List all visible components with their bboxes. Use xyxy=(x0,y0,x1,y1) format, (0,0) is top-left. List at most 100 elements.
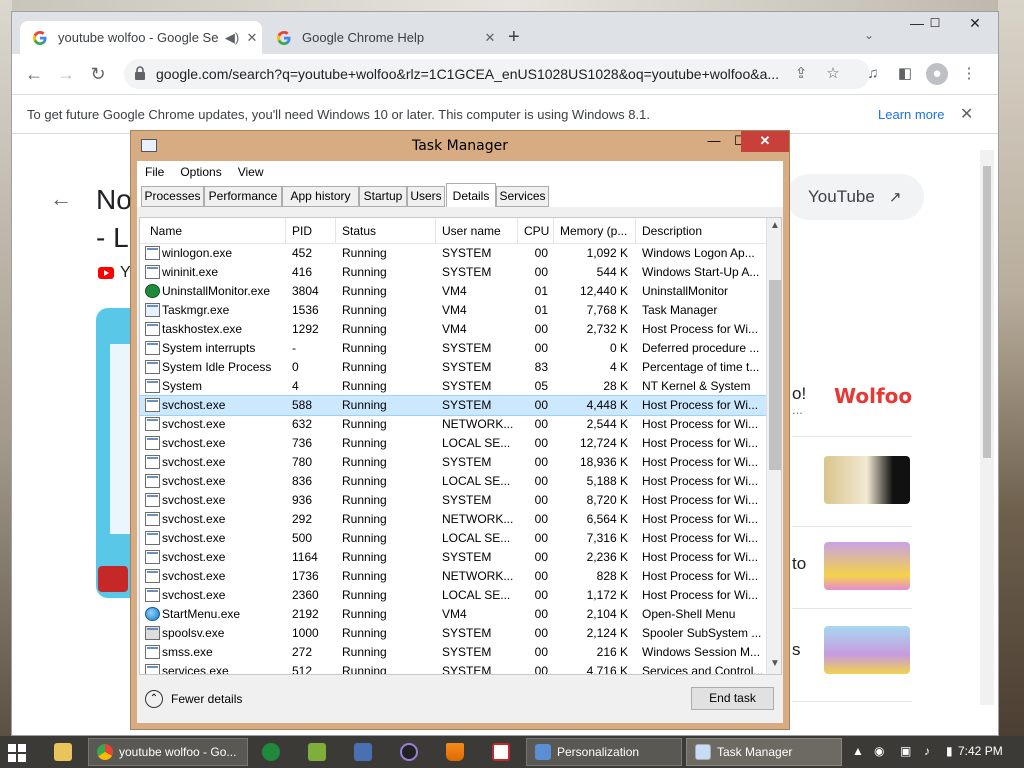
reload-icon[interactable]: ↻ xyxy=(86,62,110,86)
tab-search-chevron-icon[interactable]: ⌄ xyxy=(864,28,874,42)
learn-more-link[interactable]: Learn more xyxy=(878,107,944,122)
windows-start-icon[interactable] xyxy=(8,744,26,762)
tab-services[interactable]: Services xyxy=(496,186,549,207)
result-headline[interactable]: No xyxy=(96,184,132,216)
table-row[interactable]: svchost.exe 836 Running LOCAL SE... 00 5,188 … xyxy=(140,472,766,491)
new-tab-icon[interactable]: + xyxy=(508,26,520,49)
fewer-details-button[interactable]: ⌃ Fewer details xyxy=(145,690,242,708)
maximize-icon[interactable]: ☐ xyxy=(918,12,952,42)
table-row[interactable]: svchost.exe 632 Running NETWORK... 00 2,544 K… xyxy=(140,415,766,434)
profile-avatar-icon[interactable]: ● xyxy=(926,63,948,85)
tab-details[interactable]: Details xyxy=(446,183,496,207)
col-description[interactable]: Description xyxy=(636,218,766,244)
video-thumbnail[interactable] xyxy=(824,456,910,504)
col-pid[interactable]: PID xyxy=(286,218,336,244)
table-row[interactable]: svchost.exe 1736 Running NETWORK... 00 828 K H… xyxy=(140,567,766,586)
vlc-icon[interactable] xyxy=(446,743,464,761)
table-row[interactable]: winlogon.exe 452 Running SYSTEM 00 1,092 K Win… xyxy=(140,244,766,263)
tray-app-icon[interactable]: ◉ xyxy=(874,744,884,758)
col-memory[interactable]: Memory (p... xyxy=(554,218,636,244)
tab-users[interactable]: Users xyxy=(407,186,445,207)
scroll-down-icon[interactable]: ▼ xyxy=(767,658,781,669)
page-scrollbar[interactable] xyxy=(980,150,994,705)
side-panel-icon[interactable]: ◧ xyxy=(894,63,916,85)
menu-kebab-icon[interactable]: ⋮ xyxy=(958,63,980,85)
table-row[interactable]: smss.exe 272 Running SYSTEM 00 216 K Windows S… xyxy=(140,643,766,662)
table-row[interactable]: svchost.exe 2360 Running LOCAL SE... 00 1,172… xyxy=(140,586,766,605)
network-icon[interactable]: ▣ xyxy=(900,744,911,758)
scroll-up-icon[interactable]: ▲ xyxy=(767,220,781,231)
table-row[interactable]: spoolsv.exe 1000 Running SYSTEM 00 2,124 K Spo… xyxy=(140,624,766,643)
tab-close-icon[interactable]: ✕ xyxy=(480,30,500,46)
clock[interactable]: 7:42 PM xyxy=(958,744,1003,758)
video-thumbnail[interactable] xyxy=(824,542,910,590)
table-row[interactable]: System 4 Running SYSTEM 05 28 K NT Kernel & Sy… xyxy=(140,377,766,396)
scrollbar-thumb[interactable] xyxy=(769,280,781,470)
file-explorer-icon[interactable] xyxy=(54,743,72,761)
end-task-button[interactable]: End task xyxy=(691,687,774,710)
col-name[interactable]: Name xyxy=(140,218,286,244)
infobar-close-icon[interactable]: ✕ xyxy=(960,104,973,124)
forward-icon[interactable]: → xyxy=(54,62,78,86)
tab-startup[interactable]: Startup xyxy=(359,186,407,207)
audio-icon[interactable]: ◀) xyxy=(222,30,242,46)
menu-view[interactable]: View xyxy=(230,165,272,179)
tab-close-icon[interactable]: ✕ xyxy=(242,30,262,46)
app-icon[interactable] xyxy=(400,743,418,761)
col-user-name[interactable]: User name xyxy=(436,218,518,244)
table-row[interactable]: svchost.exe 500 Running LOCAL SE... 00 7,316 … xyxy=(140,529,766,548)
result-back-icon[interactable]: ← xyxy=(50,186,72,212)
table-row[interactable]: taskhostex.exe 1292 Running VM4 00 2,732 K Hos… xyxy=(140,320,766,339)
app-icon[interactable] xyxy=(308,743,326,761)
process-window-icon xyxy=(145,569,160,583)
table-row[interactable]: services.exe 512 Running SYSTEM 00 4,716 K Ser… xyxy=(140,662,766,674)
table-row[interactable]: svchost.exe 1164 Running SYSTEM 00 2,236 K Hos… xyxy=(140,548,766,567)
window-close-icon[interactable]: ✕ xyxy=(952,12,998,42)
table-row[interactable]: System Idle Process 0 Running SYSTEM 83 4 K Pe… xyxy=(140,358,766,377)
media-control-icon[interactable]: ♫ xyxy=(862,63,884,85)
col-cpu[interactable]: CPU xyxy=(518,218,554,244)
tab-processes[interactable]: Processes xyxy=(141,186,204,207)
table-row[interactable]: StartMenu.exe 2192 Running VM4 00 2,104 K Open… xyxy=(140,605,766,624)
table-row[interactable]: svchost.exe 588 Running SYSTEM 00 4,448 K Host… xyxy=(140,395,767,416)
tab-performance[interactable]: Performance xyxy=(204,186,282,207)
table-row[interactable]: UninstallMonitor.exe 3804 Running VM4 01 12,4… xyxy=(140,282,766,301)
taskbar-item-personalization[interactable]: Personalization xyxy=(526,738,682,766)
tab-youtube-wolfoo[interactable]: youtube wolfoo - Google Se ◀) ✕ xyxy=(20,21,262,54)
result-headline-line2[interactable]: - L xyxy=(96,222,129,254)
tab-google-chrome-help[interactable]: Google Chrome Help ✕ xyxy=(264,21,500,54)
table-row[interactable]: svchost.exe 780 Running SYSTEM 00 18,936 K Hos… xyxy=(140,453,766,472)
col-status[interactable]: Status xyxy=(336,218,436,244)
volume-icon[interactable]: ♪ xyxy=(924,744,930,758)
address-bar[interactable]: google.com/search?q=youtube+wolfoo&rlz=1… xyxy=(124,59,870,89)
table-row[interactable]: svchost.exe 936 Running SYSTEM 00 8,720 K Host… xyxy=(140,491,766,510)
tm-close-icon[interactable]: ✕ xyxy=(741,131,789,152)
menu-options[interactable]: Options xyxy=(172,165,229,179)
app-icon[interactable] xyxy=(492,743,510,761)
cell-status: Running xyxy=(342,284,387,298)
table-row[interactable]: Taskmgr.exe 1536 Running VM4 01 7,768 K Task M… xyxy=(140,301,766,320)
table-row[interactable]: svchost.exe 736 Running LOCAL SE... 00 12,724… xyxy=(140,434,766,453)
infobar-message: To get future Google Chrome updates, you… xyxy=(27,106,650,122)
video-thumbnail[interactable] xyxy=(824,626,910,674)
action-center-icon[interactable]: ▮ xyxy=(946,744,953,758)
tab-app-history[interactable]: App history xyxy=(282,186,359,207)
app-icon[interactable] xyxy=(354,743,372,761)
uninstall-monitor-icon[interactable] xyxy=(262,743,280,761)
process-list-scrollbar[interactable]: ▲ ▼ xyxy=(766,218,781,674)
cell-pid: 292 xyxy=(292,512,313,526)
menu-file[interactable]: File xyxy=(137,165,172,179)
taskbar-item-task-manager[interactable]: Task Manager xyxy=(686,738,842,766)
tab-title: Google Chrome Help xyxy=(302,30,425,45)
back-icon[interactable]: ← xyxy=(22,62,46,86)
table-row[interactable]: wininit.exe 416 Running SYSTEM 00 544 K Window… xyxy=(140,263,766,282)
table-row[interactable]: svchost.exe 292 Running NETWORK... 00 6,564 K… xyxy=(140,510,766,529)
cell-mem: 1,092 K xyxy=(586,246,628,260)
taskbar-item-chrome[interactable]: youtube wolfoo - Go... xyxy=(88,738,248,766)
youtube-chip[interactable]: YouTube ↗ xyxy=(786,174,924,220)
share-icon[interactable]: ⇪ xyxy=(790,63,812,85)
bookmark-star-icon[interactable]: ☆ xyxy=(822,63,844,85)
table-row[interactable]: System interrupts - Running SYSTEM 00 0 K Defe… xyxy=(140,339,766,358)
tray-overflow-icon[interactable]: ▲ xyxy=(852,744,864,758)
tm-minimize-icon[interactable]: — xyxy=(701,131,727,152)
